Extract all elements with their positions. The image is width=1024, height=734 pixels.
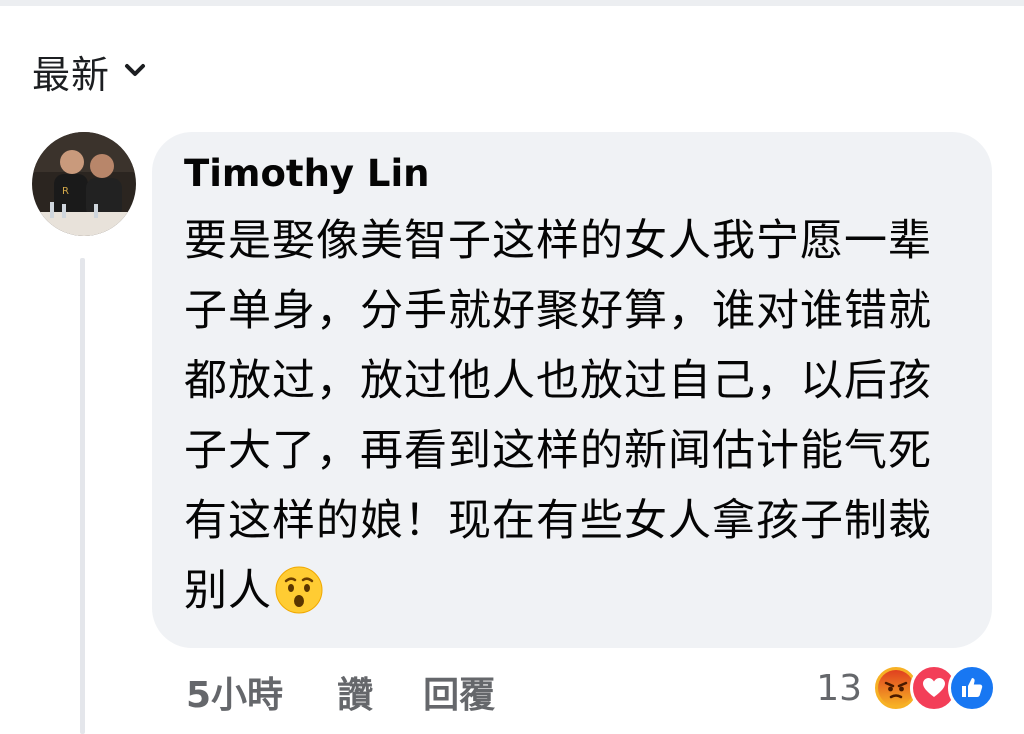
reply-button[interactable]: 回覆 [423,666,495,718]
like-button[interactable]: 讚 [337,666,373,718]
thread-line [80,258,85,734]
comment-author[interactable]: Timothy Lin [184,152,430,195]
reaction-count: 13 [816,667,862,709]
top-divider [0,0,1024,6]
comment-actions: 5小時 讚 回覆 [186,666,495,718]
avatar[interactable]: R [32,132,136,236]
svg-text:R: R [62,186,69,197]
chevron-down-icon [124,62,146,82]
comment-timestamp[interactable]: 5小時 [186,666,283,718]
like-icon [948,664,996,712]
comment-text: 要是娶像美智子这样的女人我宁愿一辈子单身，分手就好聚好算，谁对谁错就都放过，放过… [184,216,932,616]
sort-label: 最新 [32,53,111,97]
reaction-summary[interactable]: 13 [816,664,996,712]
sort-dropdown[interactable]: 最新 [32,44,146,99]
comment-body: 要是娶像美智子这样的女人我宁愿一辈子单身，分手就好聚好算，谁对谁错就都放过，放过… [184,206,974,636]
hushed-face-emoji [274,565,324,636]
